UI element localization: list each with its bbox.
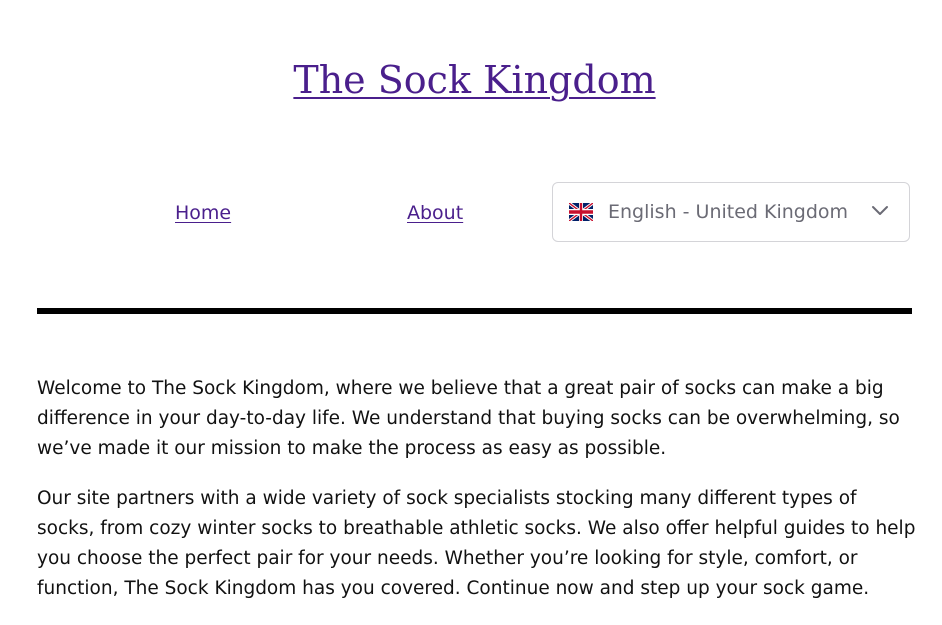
uk-flag-icon	[569, 203, 593, 221]
chevron-down-icon	[872, 206, 888, 215]
site-title: The Sock Kingdom	[0, 52, 942, 108]
site-title-link[interactable]: The Sock Kingdom	[293, 58, 655, 102]
header-divider	[37, 308, 912, 314]
main-content: Welcome to The Sock Kingdom, where we be…	[37, 374, 917, 624]
language-select[interactable]: English - United Kingdom	[552, 182, 910, 242]
nav-link-about[interactable]: About	[407, 200, 463, 226]
intro-paragraph: Welcome to The Sock Kingdom, where we be…	[37, 378, 900, 459]
nav-link-home[interactable]: Home	[175, 200, 231, 226]
partners-paragraph: Our site partners with a wide variety of…	[37, 488, 916, 599]
language-select-value: English - United Kingdom	[608, 201, 849, 223]
